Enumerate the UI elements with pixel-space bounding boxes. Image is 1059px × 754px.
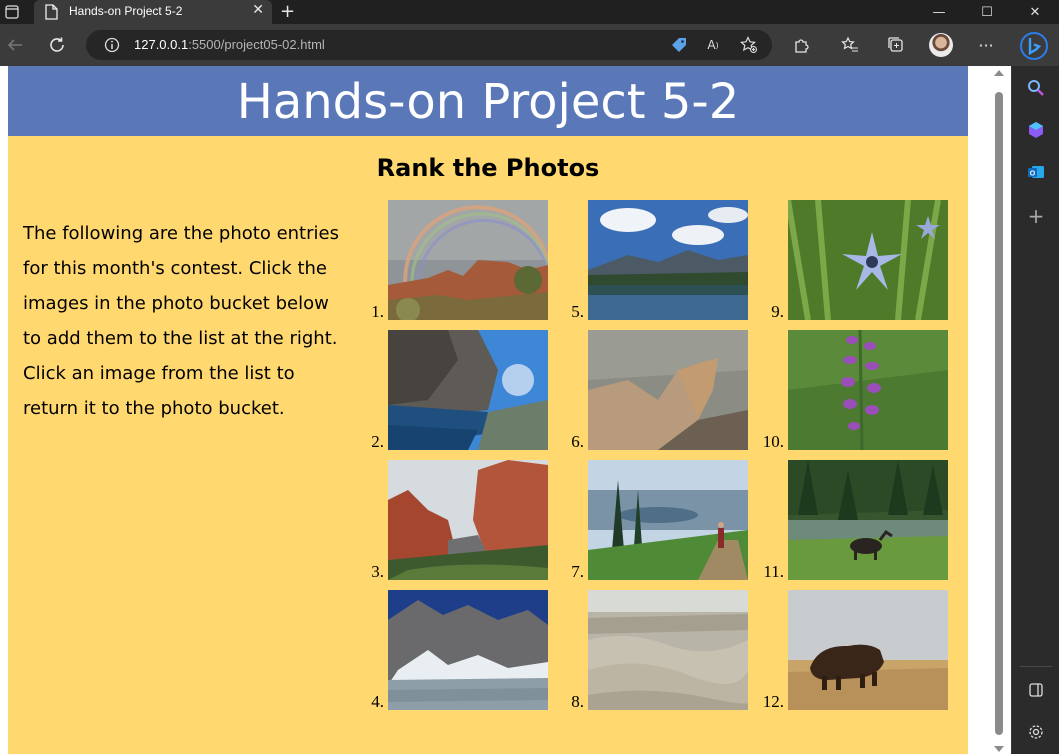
badlands-photo[interactable] — [588, 590, 748, 710]
photo-entry-1: 1. — [348, 200, 548, 320]
collections-icon[interactable] — [886, 35, 906, 55]
read-aloud-icon[interactable]: A) — [704, 36, 722, 54]
bison-prairie-photo[interactable] — [788, 590, 948, 710]
purple-flower-photo[interactable] — [788, 330, 948, 450]
browser-toolbar: 127.0.0.1:5500/project05-02.html A) ··· — [0, 24, 1059, 66]
profile-avatar[interactable] — [929, 33, 953, 57]
photo-entry-8: 8. — [548, 590, 748, 710]
close-window-icon[interactable]: ✕ — [1011, 0, 1059, 24]
red-rocks-photo[interactable] — [388, 460, 548, 580]
svg-text:O: O — [1030, 171, 1036, 178]
url-text: 127.0.0.1:5500/project05-02.html — [134, 37, 325, 52]
photo-entry-2: 2. — [348, 330, 548, 450]
rank-number: 8. — [571, 692, 584, 711]
rank-number: 6. — [571, 432, 584, 451]
photo-entry-12: 12. — [748, 590, 948, 710]
refresh-icon[interactable] — [46, 34, 68, 56]
tag-icon[interactable] — [670, 36, 688, 54]
photo-entry-10: 10. — [748, 330, 948, 450]
tab-title: Hands-on Project 5-2 — [69, 4, 183, 18]
blue-star-flower-photo[interactable] — [788, 200, 948, 320]
rank-number: 4. — [371, 692, 384, 711]
alpine-lake-reflection-photo[interactable] — [588, 200, 748, 320]
active-tab[interactable]: Hands-on Project 5-2 ✕ — [34, 0, 272, 24]
mountain-lake-photo[interactable] — [388, 330, 548, 450]
photo-entry-11: 11. — [748, 460, 948, 580]
address-bar[interactable]: 127.0.0.1:5500/project05-02.html A) — [86, 30, 772, 60]
instructions-text: The following are the photo entries for … — [23, 223, 339, 419]
site-info-icon[interactable] — [104, 37, 120, 57]
rainbow-canyon-photo[interactable] — [388, 200, 548, 320]
window-controls: — ☐ ✕ — [915, 0, 1059, 24]
rank-number: 1. — [371, 302, 384, 321]
maximize-icon[interactable]: ☐ — [963, 0, 1011, 24]
photo-entry-5: 5. — [548, 200, 748, 320]
back-icon[interactable] — [4, 34, 26, 56]
scroll-down-icon[interactable] — [994, 746, 1004, 752]
rank-number: 3. — [371, 562, 384, 581]
close-tab-icon[interactable]: ✕ — [252, 2, 264, 18]
add-sidebar-app-icon[interactable]: + — [1026, 204, 1046, 228]
photo-entry-4: 4. — [348, 590, 548, 710]
rank-number: 9. — [771, 302, 784, 321]
settings-gear-icon[interactable] — [1026, 722, 1046, 742]
more-menu-icon[interactable]: ··· — [976, 35, 996, 55]
search-icon[interactable] — [1026, 78, 1046, 98]
copilot-icon[interactable] — [1026, 120, 1046, 140]
rank-number: 10. — [762, 432, 784, 451]
favorites-icon[interactable] — [840, 35, 860, 55]
snowy-mountain-lake-photo[interactable] — [388, 590, 548, 710]
moose-meadow-photo[interactable] — [788, 460, 948, 580]
page-title: Hands-on Project 5-2 — [8, 66, 968, 136]
outlook-icon[interactable]: O — [1026, 162, 1046, 182]
rank-number: 5. — [571, 302, 584, 321]
photo-entry-6: 6. — [548, 330, 748, 450]
photo-entry-9: 9. — [748, 200, 948, 320]
new-tab-icon[interactable]: + — [280, 1, 295, 22]
photo-entry-7: 7. — [548, 460, 748, 580]
scroll-up-icon[interactable] — [994, 70, 1004, 76]
rock-cliff-photo[interactable] — [588, 330, 748, 450]
rank-number: 7. — [571, 562, 584, 581]
page-icon — [44, 4, 58, 24]
rank-number: 11. — [763, 562, 784, 581]
page-body: Hands-on Project 5-2 Rank the Photos The… — [8, 66, 968, 754]
url-path: :5500/project05-02.html — [188, 37, 325, 52]
bing-copilot-icon[interactable] — [1020, 32, 1048, 60]
url-host: 127.0.0.1 — [134, 37, 189, 52]
photo-entry-3: 3. — [348, 460, 548, 580]
extensions-icon[interactable] — [792, 35, 812, 55]
page-scrollbar[interactable] — [988, 66, 1011, 754]
minimize-icon[interactable]: — — [915, 0, 963, 24]
edge-sidebar: O + — [1011, 66, 1059, 754]
hide-sidebar-icon[interactable] — [1026, 680, 1046, 700]
rank-heading: Rank the Photos — [376, 154, 600, 182]
sidebar-divider — [1020, 666, 1052, 667]
rank-number: 12. — [762, 692, 784, 711]
scroll-thumb[interactable] — [995, 92, 1003, 735]
hiker-trail-photo[interactable] — [588, 460, 748, 580]
tab-actions-icon[interactable] — [4, 4, 20, 24]
tab-strip: Hands-on Project 5-2 ✕ + — ☐ ✕ — [0, 0, 1059, 24]
add-favorite-icon[interactable] — [740, 36, 758, 54]
page-viewport: Hands-on Project 5-2 Rank the Photos The… — [0, 66, 1011, 754]
rank-number: 2. — [371, 432, 384, 451]
